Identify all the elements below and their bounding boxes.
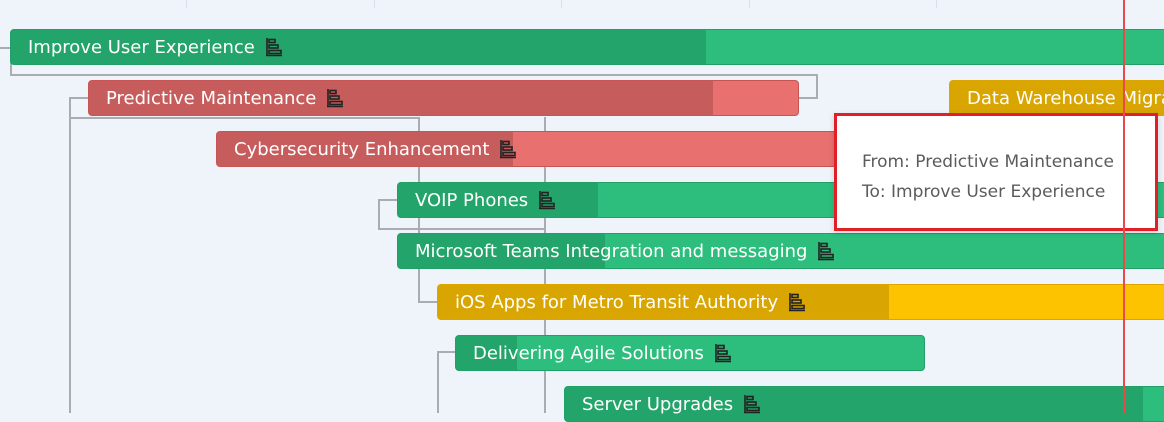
task-label: iOS Apps for Metro Transit Authority [455,291,779,313]
dependency-line[interactable] [69,117,419,119]
dependency-line[interactable] [69,97,88,99]
task-bar-improve-user-experience[interactable]: Improve User Experience [10,29,1164,65]
dependency-line[interactable] [816,74,818,98]
task-bar-ios-apps-metro-transit[interactable]: iOS Apps for Metro Transit Authority [437,284,1164,320]
dependency-line[interactable] [10,74,818,76]
dependency-line[interactable] [378,199,398,201]
today-marker-line [1123,0,1125,413]
dependency-line[interactable] [69,97,71,413]
dependency-line[interactable] [437,351,439,413]
gantt-icon[interactable] [538,190,556,210]
gantt-icon[interactable] [714,343,732,363]
tooltip-from: From: Predictive Maintenance [862,152,1114,172]
task-label: Improve User Experience [28,36,255,58]
dependency-line[interactable] [418,301,437,303]
task-label: Predictive Maintenance [106,87,317,109]
dependency-line[interactable] [0,47,10,49]
dependency-line[interactable] [437,351,455,353]
dependency-line[interactable] [378,228,546,230]
task-label: Microsoft Teams Integration and messagin… [415,240,808,262]
timeline-column-line [186,0,187,8]
gantt-icon[interactable] [499,139,517,159]
gantt-icon[interactable] [743,394,761,414]
dependency-tooltip: From: Predictive Maintenance To: Improve… [834,113,1158,231]
timeline-column-line [374,0,375,8]
gantt-chart: { "tasks": [ {"name": "Improve User Expe… [0,0,1164,422]
timeline-column-line [936,0,937,8]
task-bar-predictive-maintenance[interactable]: Predictive Maintenance [88,80,799,116]
gantt-icon[interactable] [817,241,835,261]
tooltip-to: To: Improve User Experience [862,182,1106,202]
task-label: VOIP Phones [415,189,529,211]
timeline-column-line [749,0,750,8]
task-label: Server Upgrades [582,393,734,415]
gantt-icon[interactable] [326,88,344,108]
gantt-icon[interactable] [788,292,806,312]
gantt-icon[interactable] [265,37,283,57]
task-bar-data-warehouse-migration[interactable]: Data Warehouse Migra [949,80,1164,116]
task-label: Cybersecurity Enhancement [234,138,490,160]
task-bar-server-upgrades[interactable]: Server Upgrades [564,386,1164,422]
task-label: Data Warehouse Migra [967,87,1164,109]
task-bar-microsoft-teams-integration[interactable]: Microsoft Teams Integration and messagin… [397,233,1164,269]
timeline-column-line [561,0,562,8]
task-bar-delivering-agile-solutions[interactable]: Delivering Agile Solutions [455,335,925,371]
dependency-line[interactable] [798,97,818,99]
task-bar-cybersecurity-enhancement[interactable]: Cybersecurity Enhancement [216,131,876,167]
dependency-line[interactable] [378,199,380,229]
task-label: Delivering Agile Solutions [473,342,704,364]
